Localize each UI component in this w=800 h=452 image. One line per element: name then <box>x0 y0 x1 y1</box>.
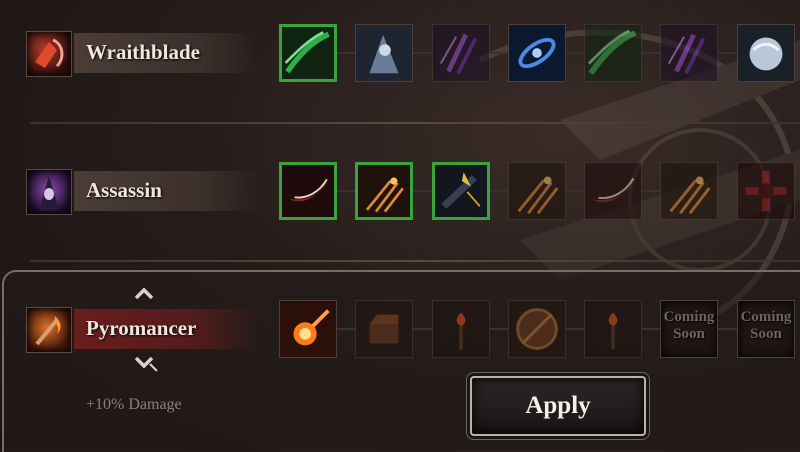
skill-slot[interactable] <box>279 300 337 358</box>
skill-slot[interactable] <box>737 24 795 82</box>
skill-slot[interactable] <box>737 162 795 220</box>
skill-connector <box>490 328 508 330</box>
skill-connector <box>413 52 432 54</box>
crimson-blade-icon <box>585 163 641 219</box>
torch-flame-icon <box>585 301 641 357</box>
skill-slot[interactable] <box>432 300 490 358</box>
skill-slot[interactable] <box>432 162 490 220</box>
coming-soon-slot[interactable]: Coming Soon <box>737 300 795 358</box>
coming-soon-label: Coming Soon <box>663 309 715 342</box>
row-divider <box>30 122 800 124</box>
hooded-assault-icon <box>356 25 412 81</box>
skill-slot[interactable] <box>279 24 337 82</box>
skill-connector <box>718 52 737 54</box>
wraithblade-portrait-icon <box>26 31 72 77</box>
skill-connector <box>413 328 432 330</box>
assassin-portrait-icon <box>26 169 72 215</box>
skill-connector <box>413 190 432 192</box>
skill-connector <box>718 328 737 330</box>
skill-slot[interactable] <box>584 162 642 220</box>
blood-cross-icon <box>738 163 794 219</box>
class-name: Assassin <box>86 178 162 202</box>
skill-connector <box>566 190 584 192</box>
skill-connector <box>718 190 737 192</box>
fireball-icon <box>280 301 336 357</box>
torch-flame-icon <box>433 301 489 357</box>
skill-slot[interactable] <box>355 24 413 82</box>
skill-connector <box>566 52 584 54</box>
skill-slot[interactable] <box>584 24 642 82</box>
skill-slot[interactable] <box>432 24 490 82</box>
purple-claw-icon <box>661 25 717 81</box>
row-divider <box>30 260 800 262</box>
purple-claw-icon <box>433 25 489 81</box>
skill-slot[interactable] <box>660 162 718 220</box>
skill-slot[interactable] <box>660 24 718 82</box>
skill-slot[interactable] <box>508 300 566 358</box>
wraithblade-name-plate: Wraithblade <box>74 33 258 73</box>
skill-connector <box>642 52 660 54</box>
green-wind-slash-icon <box>282 27 334 79</box>
skill-connector <box>337 52 355 54</box>
assassin-name-plate: Assassin <box>74 171 258 211</box>
skill-connector <box>337 328 355 330</box>
crimson-blade-icon <box>282 165 334 217</box>
skill-slot[interactable] <box>508 162 566 220</box>
fire-shuriken-icon <box>358 165 410 217</box>
skill-slot[interactable] <box>355 162 413 220</box>
pyromancer-name-plate: Pyromancer <box>74 309 258 349</box>
pyromancer-portrait-icon <box>26 307 72 353</box>
class-name: Pyromancer <box>86 316 197 340</box>
dark-daggers-icon <box>435 165 487 217</box>
skill-connector <box>642 190 660 192</box>
skill-connector <box>566 328 584 330</box>
class-name: Wraithblade <box>86 40 200 64</box>
coming-soon-slot[interactable]: Coming Soon <box>660 300 718 358</box>
fire-shuriken-icon <box>661 163 717 219</box>
green-wind-slash-icon <box>585 25 641 81</box>
fire-shuriken-icon <box>509 163 565 219</box>
active-class-frame <box>2 270 800 452</box>
coming-soon-label: Coming Soon <box>740 309 792 342</box>
spirit-globe-icon <box>738 25 794 81</box>
chevron-up-icon[interactable] <box>133 285 155 301</box>
skill-slot[interactable] <box>508 24 566 82</box>
blue-vortex-icon <box>509 25 565 81</box>
skill-slot[interactable] <box>584 300 642 358</box>
skill-connector <box>337 190 355 192</box>
skill-slot[interactable] <box>279 162 337 220</box>
fire-shield-icon <box>509 301 565 357</box>
skill-slot[interactable] <box>355 300 413 358</box>
chevron-down-icon[interactable] <box>133 354 159 372</box>
class-bonus-text: +10% Damage <box>86 396 182 413</box>
fire-chest-icon <box>356 301 412 357</box>
apply-button[interactable]: Apply <box>470 376 646 436</box>
skill-connector <box>490 190 508 192</box>
skill-connector <box>490 52 508 54</box>
skill-connector <box>642 328 660 330</box>
